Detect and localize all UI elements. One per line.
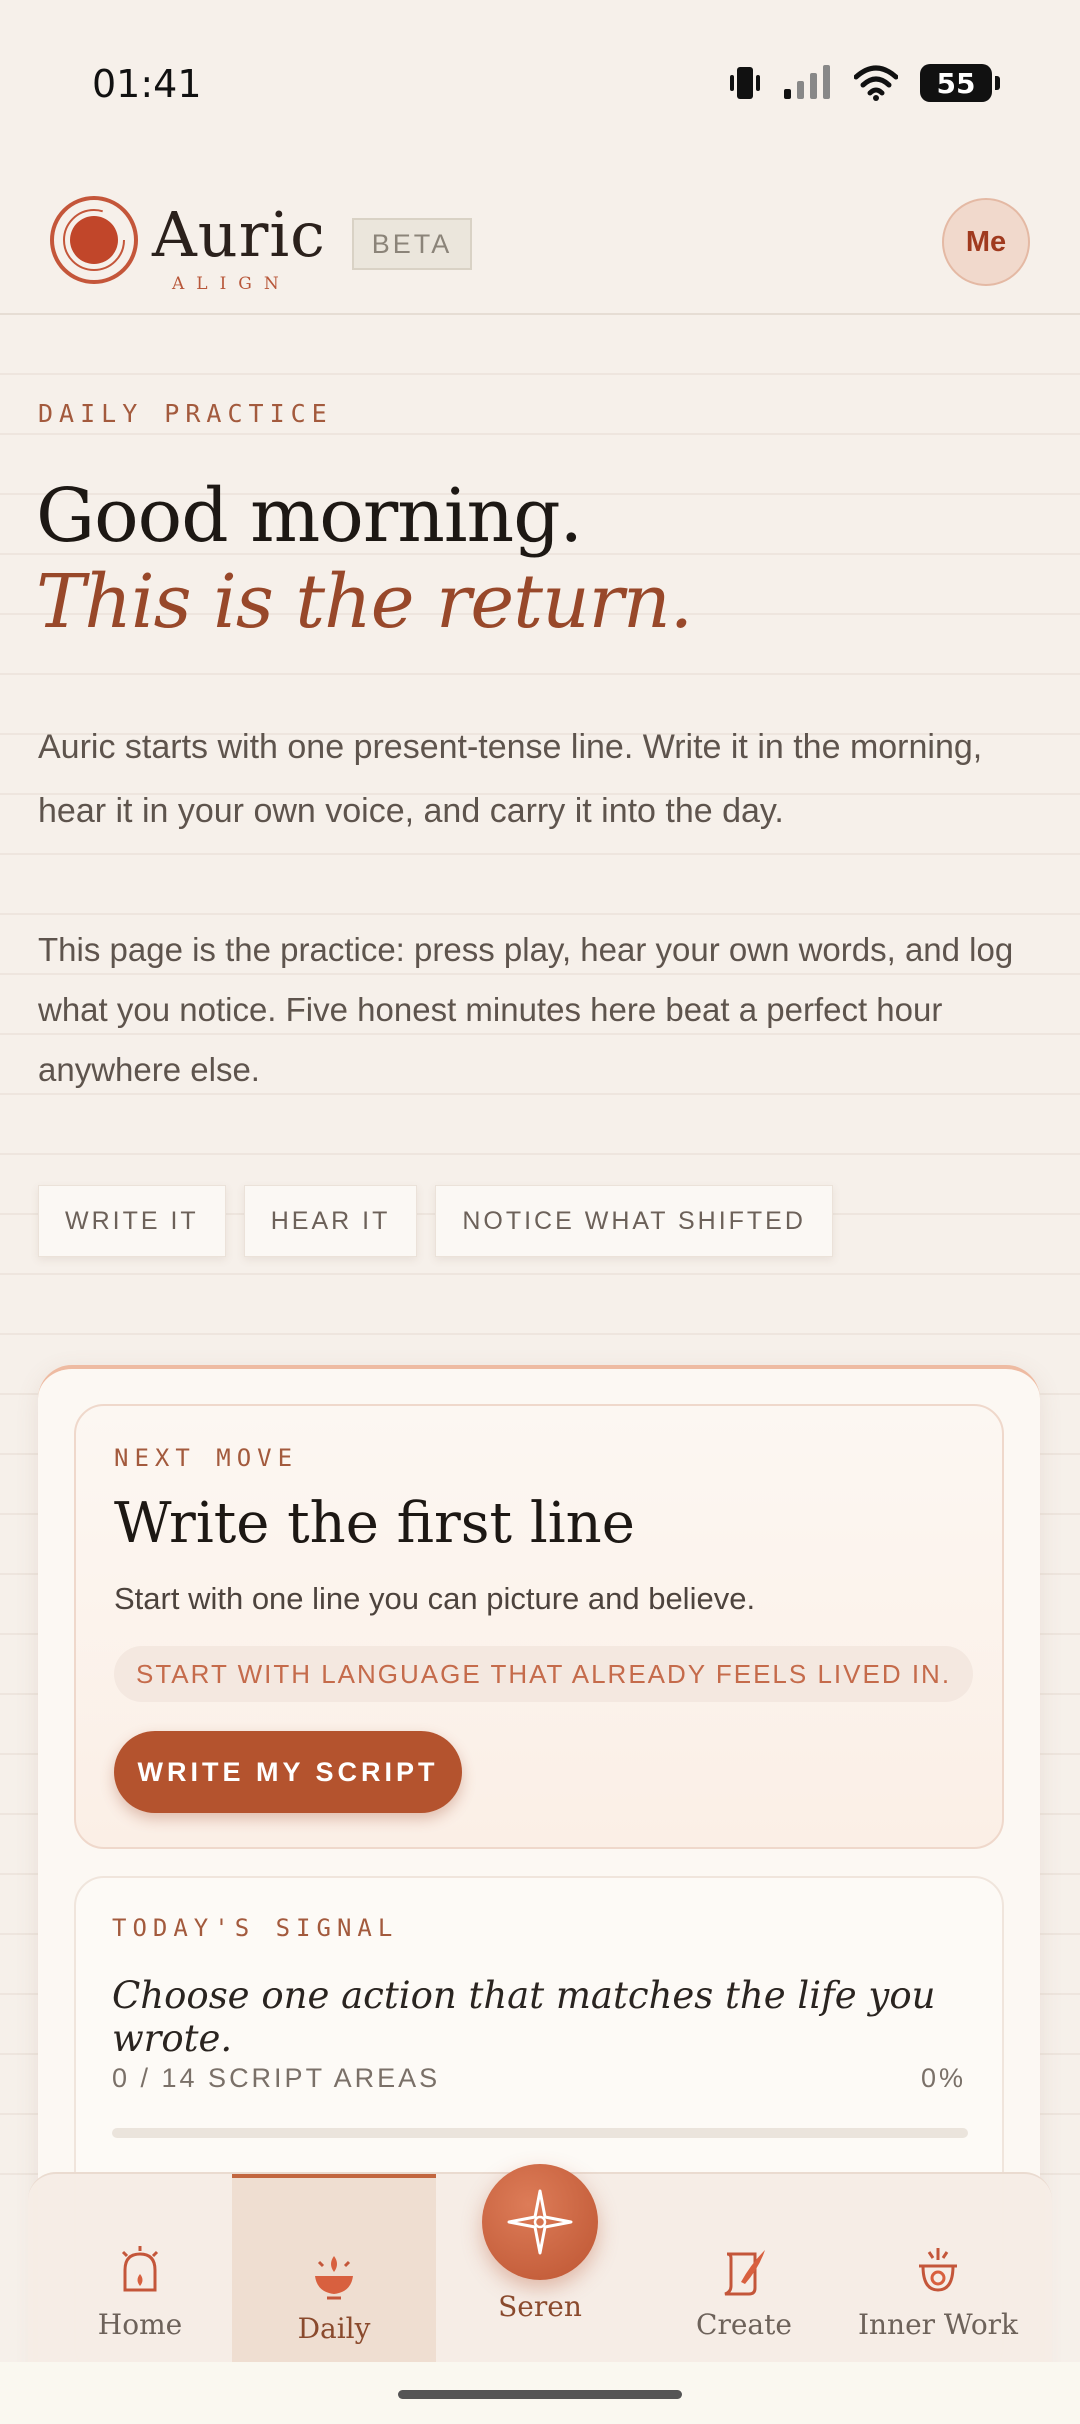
next-move-eyebrow: NEXT MOVE xyxy=(114,1444,299,1472)
page-title: Good morning. xyxy=(36,473,583,559)
bottom-nav: Home Daily Seren Create Inner Work xyxy=(28,2164,1052,2364)
section-eyebrow: DAILY PRACTICE xyxy=(38,399,333,428)
signal-icon xyxy=(784,65,830,99)
inner-spiral-icon xyxy=(919,2248,957,2292)
intro-paragraph: Auric starts with one present-tense line… xyxy=(38,728,983,830)
bowl-sunrise-icon xyxy=(315,2256,353,2300)
practice-steps: WRITE IT HEAR IT NOTICE WHAT SHIFTED xyxy=(38,1185,833,1257)
page-title-accent: This is the return. xyxy=(36,559,693,645)
nav-home[interactable]: Home xyxy=(38,2174,242,2364)
nav-daily[interactable]: Daily xyxy=(232,2174,436,2364)
scroll-quill-icon xyxy=(724,2250,765,2296)
script-areas-progress xyxy=(112,2128,968,2138)
signal-eyebrow: TODAY'S SIGNAL xyxy=(112,1914,399,1942)
seren-button[interactable] xyxy=(482,2164,598,2280)
status-bar: 01:41 55 xyxy=(0,0,1080,170)
nav-inner-work[interactable]: Inner Work xyxy=(836,2174,1040,2364)
nav-daily-label: Daily xyxy=(297,2312,371,2345)
status-icons: 55 xyxy=(728,64,1000,102)
next-move-subtitle: Start with one line you can picture and … xyxy=(114,1581,756,1616)
script-areas-count: 0 / 14 SCRIPT AREAS xyxy=(112,2063,441,2093)
next-move-hint: START WITH LANGUAGE THAT ALREADY FEELS L… xyxy=(114,1646,974,1702)
nav-seren-label: Seren xyxy=(498,2290,582,2323)
chip-write-it: WRITE IT xyxy=(38,1185,226,1257)
nav-create-label: Create xyxy=(696,2308,792,2341)
write-my-script-button[interactable]: WRITE MY SCRIPT xyxy=(114,1731,462,1813)
status-time: 01:41 xyxy=(92,62,202,106)
chip-hear-it: HEAR IT xyxy=(243,1185,418,1257)
auric-logo-icon[interactable] xyxy=(48,194,140,286)
signal-text: Choose one action that matches the life … xyxy=(112,1974,936,2060)
home-indicator[interactable] xyxy=(398,2390,682,2399)
sparkle-star-icon xyxy=(507,2189,573,2255)
practice-paragraph: This page is the practice: press play, h… xyxy=(38,931,1014,1088)
home-bar-area xyxy=(0,2362,1080,2424)
wifi-icon xyxy=(854,65,898,101)
profile-button[interactable]: Me xyxy=(942,198,1030,286)
nav-seren[interactable]: Seren xyxy=(438,2164,642,2364)
brand-name: Auric xyxy=(152,198,326,271)
chip-notice-what-shifted: NOTICE WHAT SHIFTED xyxy=(435,1185,833,1257)
nav-home-label: Home xyxy=(97,2308,183,2341)
battery-indicator: 55 xyxy=(920,64,1000,102)
script-areas-percent: 0% xyxy=(920,2063,966,2093)
home-arch-icon xyxy=(121,2246,159,2292)
next-move-title: Write the first line xyxy=(114,1491,635,1556)
nav-inner-work-label: Inner Work xyxy=(857,2308,1019,2341)
next-move-panel: NEXT MOVE Write the first line Start wit… xyxy=(74,1404,1004,1849)
vibrate-icon xyxy=(730,67,760,99)
brand-subtitle: ALIGN xyxy=(172,274,291,294)
beta-badge: BETA xyxy=(352,218,472,270)
app-header: Auric ALIGN BETA Me xyxy=(0,170,1080,315)
nav-create[interactable]: Create xyxy=(642,2174,846,2364)
